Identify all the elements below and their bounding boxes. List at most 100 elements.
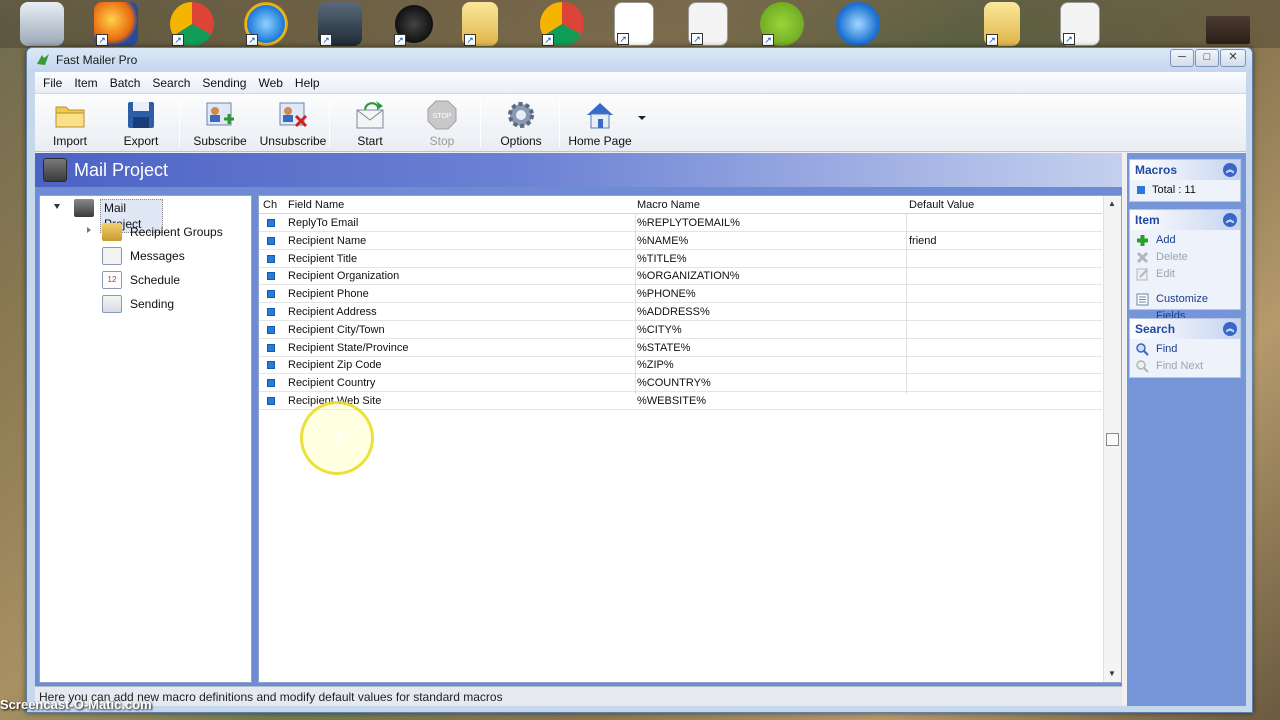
row-checkbox-icon[interactable] [267, 254, 275, 263]
scroll-down-icon[interactable]: ▼ [1108, 669, 1116, 678]
vertical-scrollbar[interactable]: ▲ ▼ [1103, 196, 1121, 682]
user-photo-icon[interactable] [1206, 16, 1250, 44]
table-row[interactable]: Recipient Web Site %WEBSITE% [259, 392, 1102, 410]
menu-batch[interactable]: Batch [104, 72, 147, 94]
menu-help[interactable]: Help [289, 72, 326, 94]
tree-node-schedule[interactable]: 12 Schedule [98, 270, 198, 290]
import-label: Import [52, 134, 87, 148]
find-link[interactable]: Find [1130, 341, 1240, 358]
maximize-button[interactable]: □ [1195, 49, 1219, 67]
shortcut-arrow-icon: ↗ [691, 33, 703, 45]
table-row[interactable]: Recipient State/Province %STATE% [259, 339, 1102, 357]
macros-section-header[interactable]: Macros ︽ [1130, 160, 1240, 180]
item-section-header[interactable]: Item ︽ [1130, 210, 1240, 230]
column-header-ch[interactable]: Ch [263, 199, 277, 211]
tree-node-mail-project[interactable]: Mail Project [70, 198, 163, 233]
start-button[interactable]: Start [346, 99, 394, 148]
task-pane: Macros ︽ Total : 11 Item ︽ Add Delete Ed… [1127, 153, 1246, 706]
close-button[interactable]: ✕ [1220, 49, 1246, 67]
address-book-icon [102, 223, 122, 241]
expand-arrow-icon[interactable] [87, 227, 91, 233]
pdf-document-icon[interactable]: ↗ [614, 2, 654, 46]
table-row[interactable]: ReplyTo Email %REPLYTOEMAIL% [259, 214, 1102, 232]
scroll-thumb[interactable] [1106, 433, 1119, 446]
total-count: Total : 11 [1152, 184, 1196, 196]
chrome-icon[interactable]: ↗ [540, 2, 584, 46]
scroll-up-icon[interactable]: ▲ [1108, 199, 1116, 208]
link-label: Edit [1156, 268, 1175, 280]
shortcut-arrow-icon: ↗ [246, 34, 258, 46]
recycle-bin-icon[interactable] [20, 2, 64, 46]
row-checkbox-icon[interactable] [267, 308, 275, 316]
tree-node-messages[interactable]: Messages [98, 246, 198, 266]
column-header-macro-name[interactable]: Macro Name [637, 199, 700, 211]
folder-icon[interactable]: ↗ [462, 2, 498, 46]
collapse-chevron-icon[interactable]: ︽ [1223, 322, 1237, 336]
toolbar: Import Export Subscribe Unsubscribe Star… [35, 94, 1246, 152]
edit-link[interactable]: Edit [1130, 266, 1240, 283]
calendar-clock-icon: 12 [102, 271, 122, 289]
total-bullet-icon [1137, 186, 1145, 194]
collapse-chevron-icon[interactable]: ︽ [1223, 213, 1237, 227]
unsubscribe-button[interactable]: Unsubscribe [258, 99, 328, 148]
import-button[interactable]: Import [47, 99, 93, 148]
tree-node-sending[interactable]: Sending [98, 294, 198, 314]
column-header-field-name[interactable]: Field Name [288, 199, 344, 211]
menu-sending[interactable]: Sending [196, 72, 252, 94]
joinme-icon[interactable]: ↗ [760, 2, 804, 46]
row-checkbox-icon[interactable] [267, 219, 275, 227]
add-link[interactable]: Add [1130, 232, 1240, 249]
tree-node-recipient-groups[interactable]: Recipient Groups [98, 222, 228, 242]
firefox-icon[interactable]: ↗ [94, 2, 138, 46]
row-checkbox-icon[interactable] [267, 379, 275, 388]
subscribe-button[interactable]: Subscribe [191, 99, 249, 148]
row-checkbox-icon[interactable] [267, 361, 275, 370]
row-checkbox-icon[interactable] [267, 290, 275, 299]
row-checkbox-icon[interactable] [267, 343, 275, 352]
menu-bar: File Item Batch Search Sending Web Help [35, 72, 1246, 94]
itunes-icon[interactable] [836, 2, 880, 46]
export-button[interactable]: Export [118, 99, 164, 148]
row-checkbox-icon[interactable] [267, 325, 275, 334]
collapse-chevron-icon[interactable]: ︽ [1223, 163, 1237, 177]
menu-search[interactable]: Search [146, 72, 196, 94]
table-row[interactable]: Recipient Zip Code %ZIP% [259, 356, 1102, 375]
table-row[interactable]: Recipient Address %ADDRESS% [259, 303, 1102, 321]
menu-item[interactable]: Item [68, 72, 103, 94]
internet-explorer-icon[interactable]: ↗ [244, 2, 288, 46]
status-bar: Here you can add new macro definitions a… [35, 686, 1122, 706]
excel-document-icon[interactable]: ↗ [1060, 2, 1100, 46]
collapse-arrow-icon[interactable] [54, 204, 60, 209]
home-page-button[interactable]: Home Page [567, 99, 633, 148]
find-next-link[interactable]: Find Next [1130, 358, 1240, 375]
title-bar[interactable]: Fast Mailer Pro ─ □ ✕ [27, 48, 1252, 72]
folder-icon[interactable]: ↗ [984, 2, 1020, 46]
field-name-cell: Recipient State/Province [288, 341, 409, 354]
table-row[interactable]: Recipient Title %TITLE% [259, 250, 1102, 268]
remove-user-card-icon [277, 99, 309, 131]
table-row[interactable]: Recipient Country %COUNTRY% [259, 374, 1102, 393]
speaker-icon[interactable]: ↗ [392, 2, 436, 46]
options-button[interactable]: Options [494, 99, 548, 148]
table-row[interactable]: Recipient Phone %PHONE% [259, 285, 1102, 304]
excel-document-icon[interactable]: ↗ [688, 2, 728, 46]
minimize-button[interactable]: ─ [1170, 49, 1194, 67]
table-row[interactable]: Recipient City/Town %CITY% [259, 321, 1102, 339]
row-checkbox-icon[interactable] [267, 236, 275, 245]
column-header-default-value[interactable]: Default Value [909, 199, 974, 211]
delete-link[interactable]: Delete [1130, 249, 1240, 266]
stop-button[interactable]: STOP Stop [418, 99, 466, 148]
menu-file[interactable]: File [37, 72, 68, 94]
row-checkbox-icon[interactable] [267, 272, 275, 281]
client-area: File Item Batch Search Sending Web Help … [35, 72, 1246, 706]
home-page-dropdown-icon[interactable] [638, 116, 646, 120]
search-section-header[interactable]: Search ︽ [1130, 319, 1240, 339]
camtasia-icon[interactable]: ↗ [318, 2, 362, 46]
table-row[interactable]: Recipient Organization %ORGANIZATION% [259, 267, 1102, 286]
row-checkbox-icon[interactable] [267, 397, 275, 405]
customize-fields-link[interactable]: Customize Fields [1130, 291, 1240, 322]
link-label: Add [1156, 234, 1176, 246]
menu-web[interactable]: Web [252, 72, 288, 94]
chrome-icon[interactable]: ↗ [170, 2, 214, 46]
table-row[interactable]: Recipient Name %NAME% friend [259, 232, 1102, 250]
